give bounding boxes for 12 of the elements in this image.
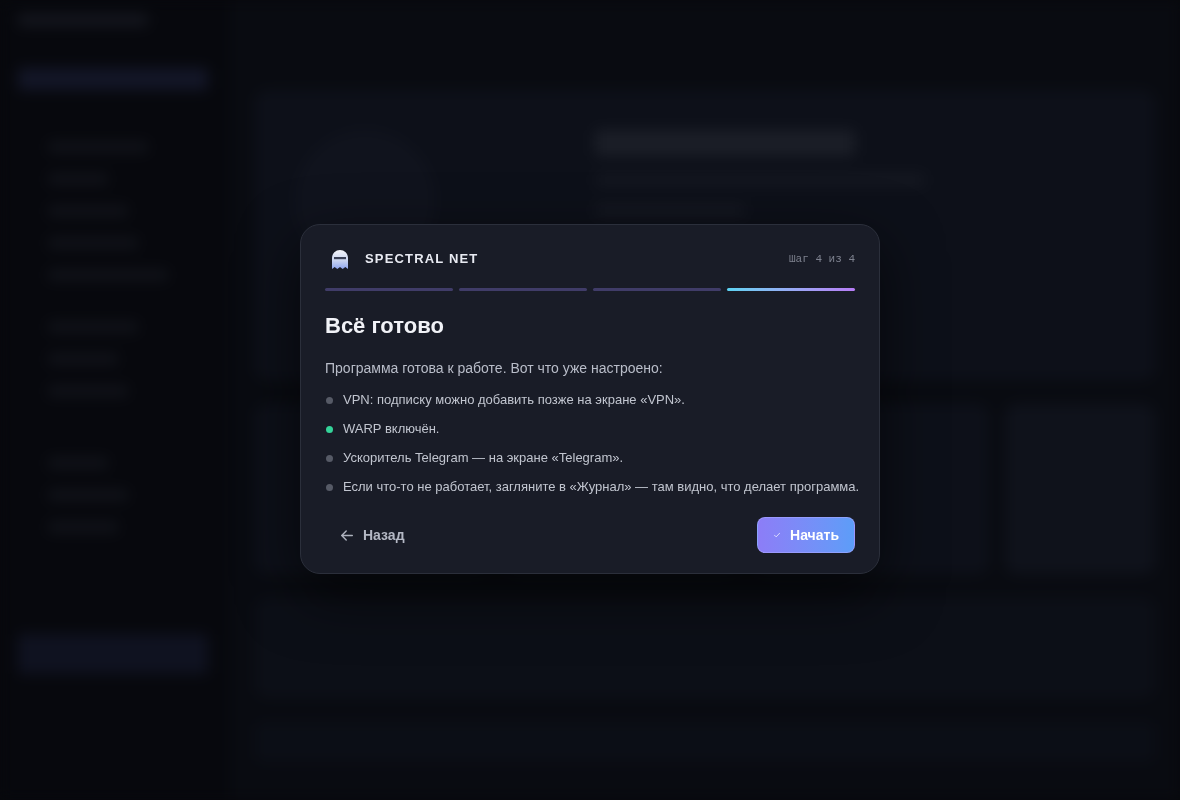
checkmark-icon [774,530,781,540]
back-button[interactable]: Назад [333,517,413,553]
checklist-item-text: WARP включён. [343,420,440,438]
checklist-item-text: Ускоритель Telegram — на экране «Telegram». [343,449,624,467]
dialog-title: Всё готово [325,312,445,340]
intro-text: Программа готова к работе. Вот что уже настроено: [325,359,664,378]
arrow-left-icon [341,529,353,541]
step-counter: Шаг 4 из 4 [789,251,855,267]
brand-name: SPECTRAL NET [365,250,479,269]
checklist-item-text: Если что-то не работает, загляните в «Журнал» — там видно, что делает программа. [343,478,860,496]
ghost-logo-icon [332,249,348,269]
checklist-item-text: VPN: подписку можно добавить позже на экране «VPN». [343,391,685,409]
